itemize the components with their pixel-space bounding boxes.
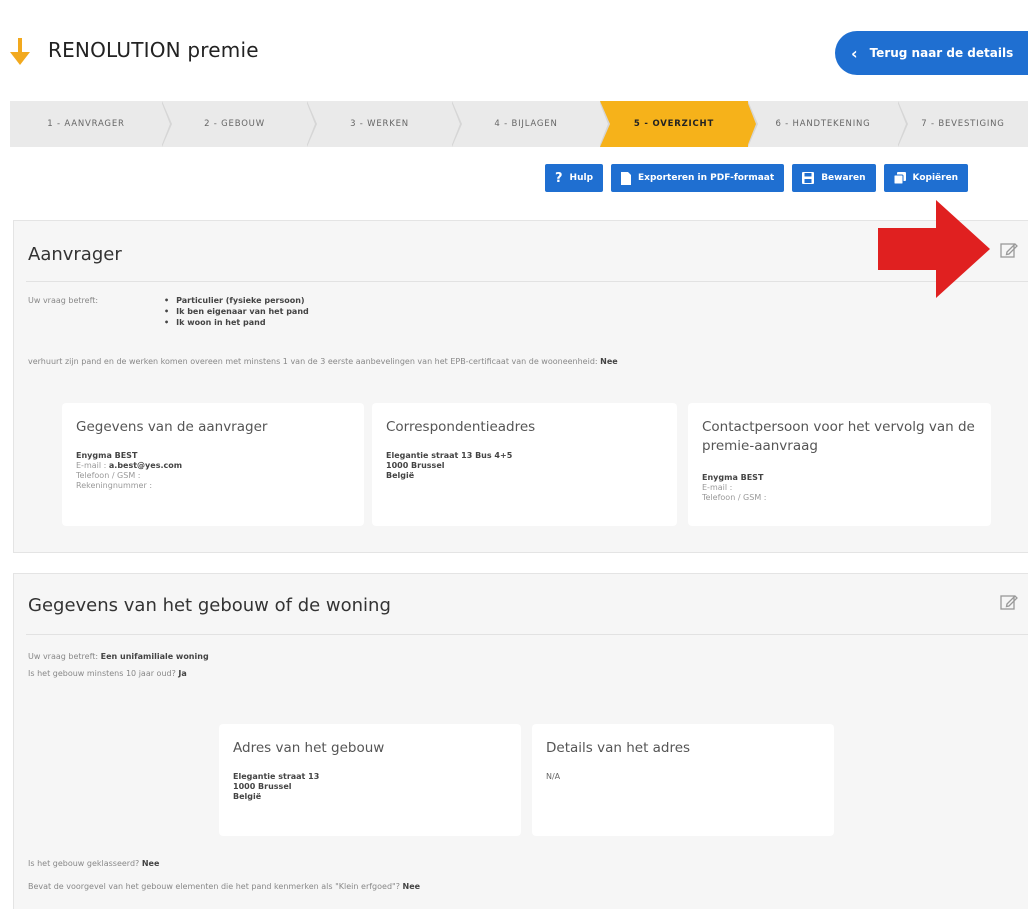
section-divider [26,634,1028,635]
card-applicant: Gegevens van de aanvrager Enygma BEST E-… [62,403,364,526]
step-label: 1 - AANVRAGER [47,119,125,129]
section-title-gebouw: Gegevens van het gebouw of de woning [28,595,391,616]
question-answers: Particulier (fysieke persoon) Ik ben eig… [164,295,309,328]
building-age-row: Is het gebouw minstens 10 jaar oud? Ja [28,669,187,678]
contact-phone: Telefoon / GSM : [702,493,767,502]
card-body: Enygma BEST E-mail : Telefoon / GSM : [702,473,766,503]
floppy-disk-icon [802,172,815,184]
app-title: RENOLUTION premie [48,38,259,62]
heritage-label: Bevat de voorgevel van het gebouw elemen… [28,882,400,891]
answer-item: Particulier (fysieke persoon) [164,295,309,306]
save-button[interactable]: Bewaren [792,164,876,192]
applicant-account: Rekeningnummer : [76,481,153,490]
city: 1000 Brussel [233,782,292,791]
step-werken[interactable]: 3 - WERKEN [307,101,462,147]
building-age-value: Ja [178,669,187,678]
chevron-left-icon: ‹ [851,43,858,63]
details-value: N/A [546,772,561,781]
step-label: 3 - WERKEN [350,119,409,129]
rental-question: verhuurt zijn pand en de werken komen ov… [28,357,618,366]
card-body: N/A [546,772,560,782]
heritage-value: Nee [402,882,421,891]
edit-icon[interactable] [1000,241,1018,259]
card-title: Gegevens van de aanvrager [76,419,268,435]
help-label: Hulp [569,173,594,183]
copy-label: Kopiëren [912,173,959,183]
building-age-label: Is het gebouw minstens 10 jaar oud? [28,669,176,678]
back-to-details-label: Terug naar de details [869,46,1014,60]
card-body: Enygma BEST E-mail : a.best@yes.com Tele… [76,451,182,491]
step-label: 6 - HANDTEKENING [775,119,871,129]
country: België [233,792,262,801]
classified-row: Is het gebouw geklasseerd? Nee [28,859,159,868]
step-label: 4 - BIJLAGEN [494,119,558,129]
card-title: Contactpersoon voor het vervolg van de p… [702,419,975,454]
section-aanvrager: Aanvrager Uw vraag betreft: Particulier … [13,220,1028,553]
rental-question-text: verhuurt zijn pand en de werken komen ov… [28,357,598,366]
page-header: RENOLUTION premie ‹ Terug naar de detail… [0,0,1028,100]
action-toolbar: ? Hulp Exporteren in PDF-formaat Bewaren… [545,164,969,192]
classified-value: Nee [141,859,160,868]
step-handtekening[interactable]: 6 - HANDTEKENING [748,101,908,147]
section-title-aanvrager: Aanvrager [28,244,122,265]
answer-item: Ik ben eigenaar van het pand [164,306,309,317]
city: 1000 Brussel [386,461,445,470]
heritage-row: Bevat de voorgevel van het gebouw elemen… [28,882,420,891]
email-value: a.best@yes.com [108,461,183,470]
building-type-label: Uw vraag betreft: [28,652,99,661]
card-body: Elegantie straat 13 Bus 4+5 1000 Brussel… [386,451,512,481]
document-icon [621,171,632,185]
card-address-details: Details van het adres N/A [532,724,834,836]
rental-answer: Nee [600,357,618,366]
step-aanvrager[interactable]: 1 - AANVRAGER [10,101,172,147]
step-gebouw[interactable]: 2 - GEBOUW [162,101,317,147]
contact-email: E-mail : [702,483,733,492]
building-type-row: Uw vraag betreft: Een unifamiliale wonin… [28,652,209,661]
progress-stepper: 1 - AANVRAGER 2 - GEBOUW 3 - WERKEN 4 - … [10,101,1028,147]
copy-button[interactable]: Kopiëren [883,164,969,192]
street: Elegantie straat 13 [233,772,320,781]
step-overzicht[interactable]: 5 - OVERZICHT [600,101,758,147]
building-type-value: Een unifamiliale woning [100,652,209,661]
export-pdf-button[interactable]: Exporteren in PDF-formaat [611,164,785,192]
step-label: 2 - GEBOUW [204,119,265,129]
card-title: Adres van het gebouw [233,740,385,756]
applicant-phone: Telefoon / GSM : [76,471,141,480]
red-pointer-arrow-icon [878,200,990,298]
save-label: Bewaren [821,173,866,183]
email-label: E-mail : [76,461,107,470]
edit-icon[interactable] [1000,593,1018,611]
classified-label: Is het gebouw geklasseerd? [28,859,140,868]
copy-icon [893,172,906,184]
step-bevestiging[interactable]: 7 - BEVESTIGING [898,101,1028,147]
section-gebouw: Gegevens van het gebouw of de woning Uw … [13,573,1028,909]
step-label: 7 - BEVESTIGING [921,119,1005,129]
step-label: 5 - OVERZICHT [633,119,715,129]
contact-name: Enygma BEST [702,473,764,482]
applicant-email: E-mail : a.best@yes.com [76,461,182,471]
card-title: Correspondentieadres [386,419,536,435]
applicant-name: Enygma BEST [76,451,138,460]
back-to-details-button[interactable]: ‹ Terug naar de details [835,31,1028,75]
card-correspondence: Correspondentieadres Elegantie straat 13… [372,403,677,526]
export-pdf-label: Exporteren in PDF-formaat [638,173,775,183]
question-mark-icon: ? [555,170,563,186]
answer-item: Ik woon in het pand [164,317,309,328]
country: België [386,471,415,480]
down-arrow-logo-icon [10,38,30,65]
step-bijlagen[interactable]: 4 - BIJLAGEN [452,101,610,147]
street: Elegantie straat 13 Bus 4+5 [386,451,513,460]
card-body: Elegantie straat 13 1000 Brussel België [233,772,319,802]
card-contact: Contactpersoon voor het vervolg van de p… [688,403,991,526]
card-title: Details van het adres [546,740,691,756]
question-label: Uw vraag betreft: [28,296,99,305]
card-building-address: Adres van het gebouw Elegantie straat 13… [219,724,521,836]
help-button[interactable]: ? Hulp [545,164,604,192]
